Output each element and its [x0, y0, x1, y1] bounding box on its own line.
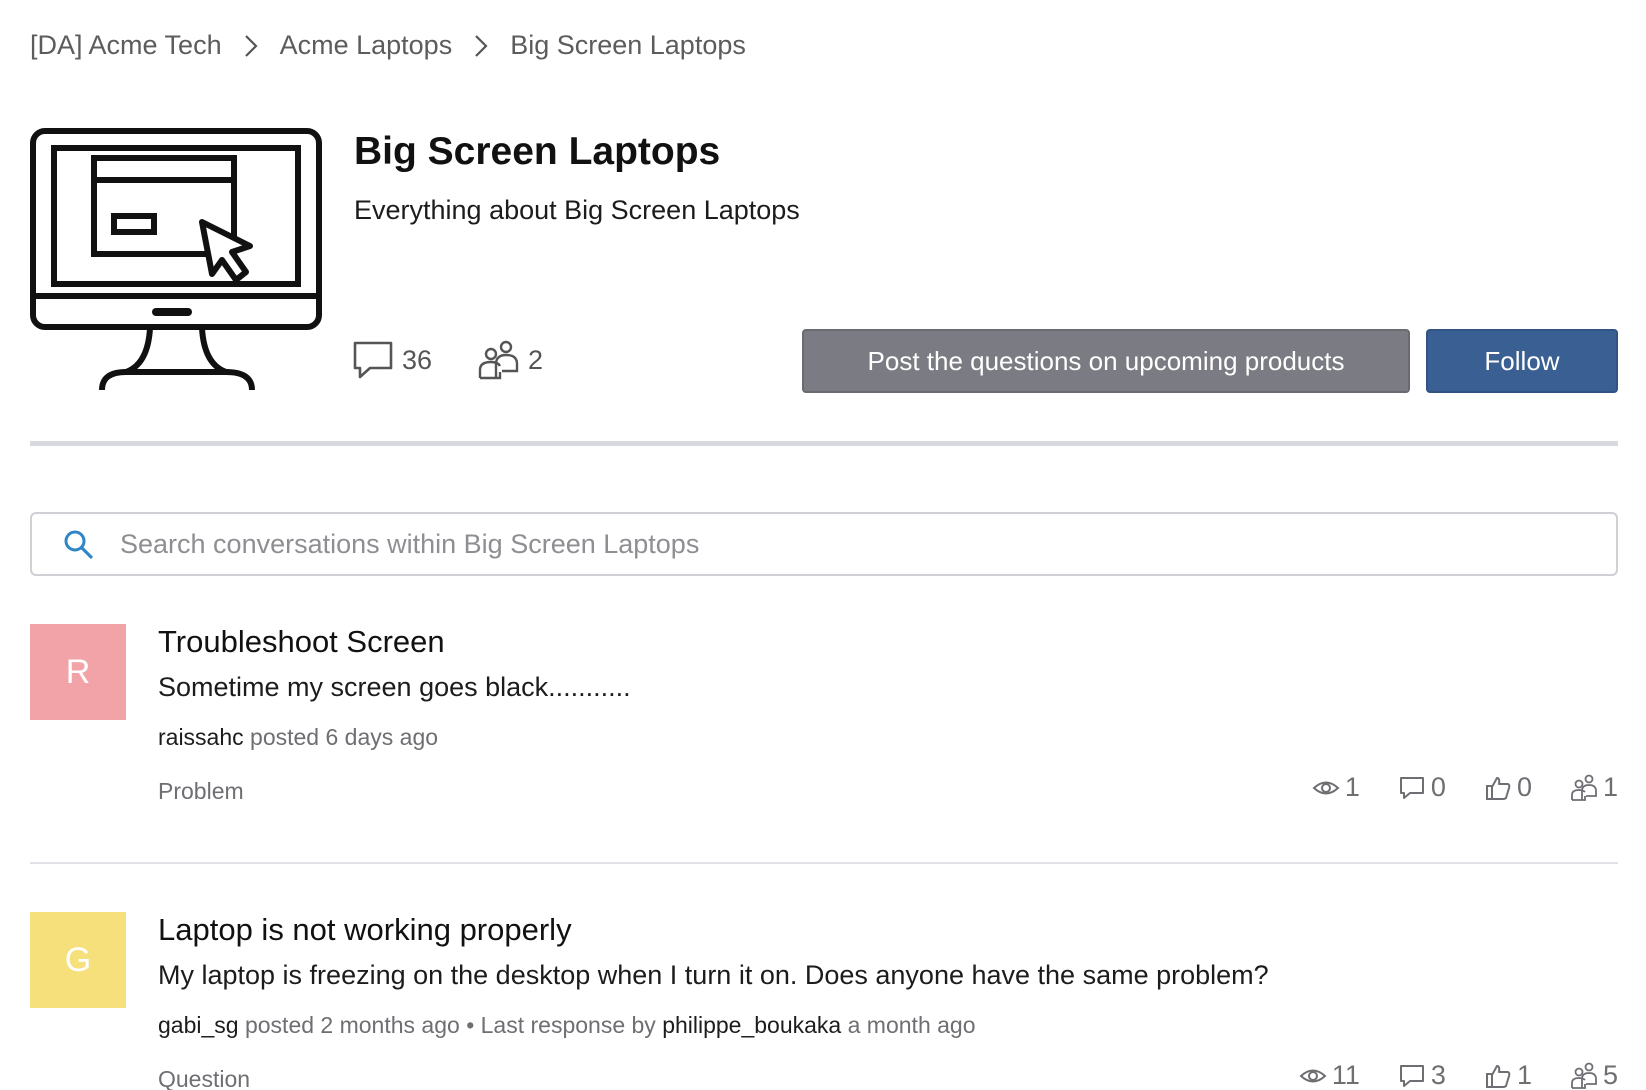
- list-divider: [30, 862, 1618, 864]
- views-count: 11: [1331, 1060, 1360, 1090]
- avatar[interactable]: R: [30, 624, 126, 720]
- board-stats: 36 2: [352, 340, 589, 380]
- breadcrumb: [DA] Acme Tech Acme Laptops Big Screen L…: [30, 30, 746, 61]
- topic-meta: gabi_sg posted 2 months ago • Last respo…: [158, 1012, 976, 1039]
- posted-time: posted 2 months ago: [244, 1012, 460, 1038]
- replies-count: 3: [1430, 1060, 1446, 1090]
- replies-count: 0: [1430, 772, 1446, 802]
- eye-icon: [1312, 781, 1340, 794]
- followers-count: 1: [1602, 772, 1618, 802]
- eye-icon: [1299, 1069, 1327, 1082]
- thumbs-up-icon: [1485, 776, 1511, 800]
- followers-stat: 5: [1570, 1060, 1618, 1090]
- topic-title[interactable]: Laptop is not working properly: [158, 912, 572, 948]
- topic-snippet: My laptop is freezing on the desktop whe…: [158, 960, 1269, 990]
- views-count: 1: [1344, 772, 1360, 802]
- people-icon: [1571, 774, 1597, 801]
- board-description: Everything about Big Screen Laptops: [354, 195, 800, 225]
- header-divider: [30, 441, 1618, 446]
- last-responder-link[interactable]: philippe_boukaka: [662, 1012, 841, 1038]
- likes-count: 0: [1516, 772, 1532, 802]
- author-link[interactable]: raissahc: [158, 724, 244, 750]
- speech-bubble-icon: [353, 341, 393, 379]
- replies-stat: 3: [1398, 1060, 1446, 1090]
- topic-snippet: Sometime my screen goes black...........: [158, 672, 631, 702]
- computer-monitor-cursor-icon: [30, 128, 322, 391]
- author-link[interactable]: gabi_sg: [158, 1012, 239, 1038]
- people-icon: [478, 340, 519, 380]
- topic-type-label: Problem: [158, 778, 244, 804]
- last-response-time: a month ago: [847, 1012, 976, 1038]
- search-bar: [30, 512, 1618, 576]
- search-icon: [64, 530, 93, 559]
- topic-title[interactable]: Troubleshoot Screen: [158, 624, 445, 660]
- follow-button[interactable]: Follow: [1426, 329, 1618, 393]
- chevron-right-icon: [452, 33, 510, 59]
- views-stat: 1: [1312, 772, 1360, 803]
- page-title: Big Screen Laptops: [354, 130, 721, 173]
- search-input[interactable]: [120, 528, 1580, 560]
- speech-bubble-icon: [1399, 776, 1424, 799]
- breadcrumb-item-acme-laptops[interactable]: Acme Laptops: [280, 30, 453, 61]
- speech-bubble-icon: [1399, 1064, 1424, 1087]
- posted-time: posted 6 days ago: [250, 724, 439, 750]
- topic-type-label: Question: [158, 1066, 251, 1090]
- followers-count: 5: [1602, 1060, 1618, 1090]
- topic-stats: 1 0 0 1: [1274, 772, 1618, 803]
- likes-stat: 1: [1484, 1060, 1532, 1090]
- followers-count: 2: [528, 344, 544, 375]
- views-stat: 11: [1299, 1060, 1360, 1090]
- conversations-stat: 36: [352, 340, 432, 380]
- avatar[interactable]: G: [30, 912, 126, 1008]
- post-question-button[interactable]: Post the questions on upcoming products: [802, 329, 1410, 393]
- topic-meta: raissahc posted 6 days ago: [158, 724, 438, 751]
- chevron-right-icon: [222, 33, 280, 59]
- likes-count: 1: [1516, 1060, 1532, 1090]
- followers-stat: 2: [478, 340, 543, 380]
- followers-stat: 1: [1570, 772, 1618, 803]
- breadcrumb-item-current: Big Screen Laptops: [510, 30, 746, 60]
- likes-stat: 0: [1484, 772, 1532, 803]
- replies-stat: 0: [1398, 772, 1446, 803]
- people-icon: [1571, 1062, 1597, 1089]
- topic-stats: 11 3 1 5: [1261, 1060, 1618, 1090]
- breadcrumb-item-acme-tech[interactable]: [DA] Acme Tech: [30, 30, 222, 61]
- last-response-prefix: • Last response by: [466, 1012, 656, 1038]
- thumbs-up-icon: [1485, 1064, 1511, 1088]
- conversations-count: 36: [402, 344, 433, 375]
